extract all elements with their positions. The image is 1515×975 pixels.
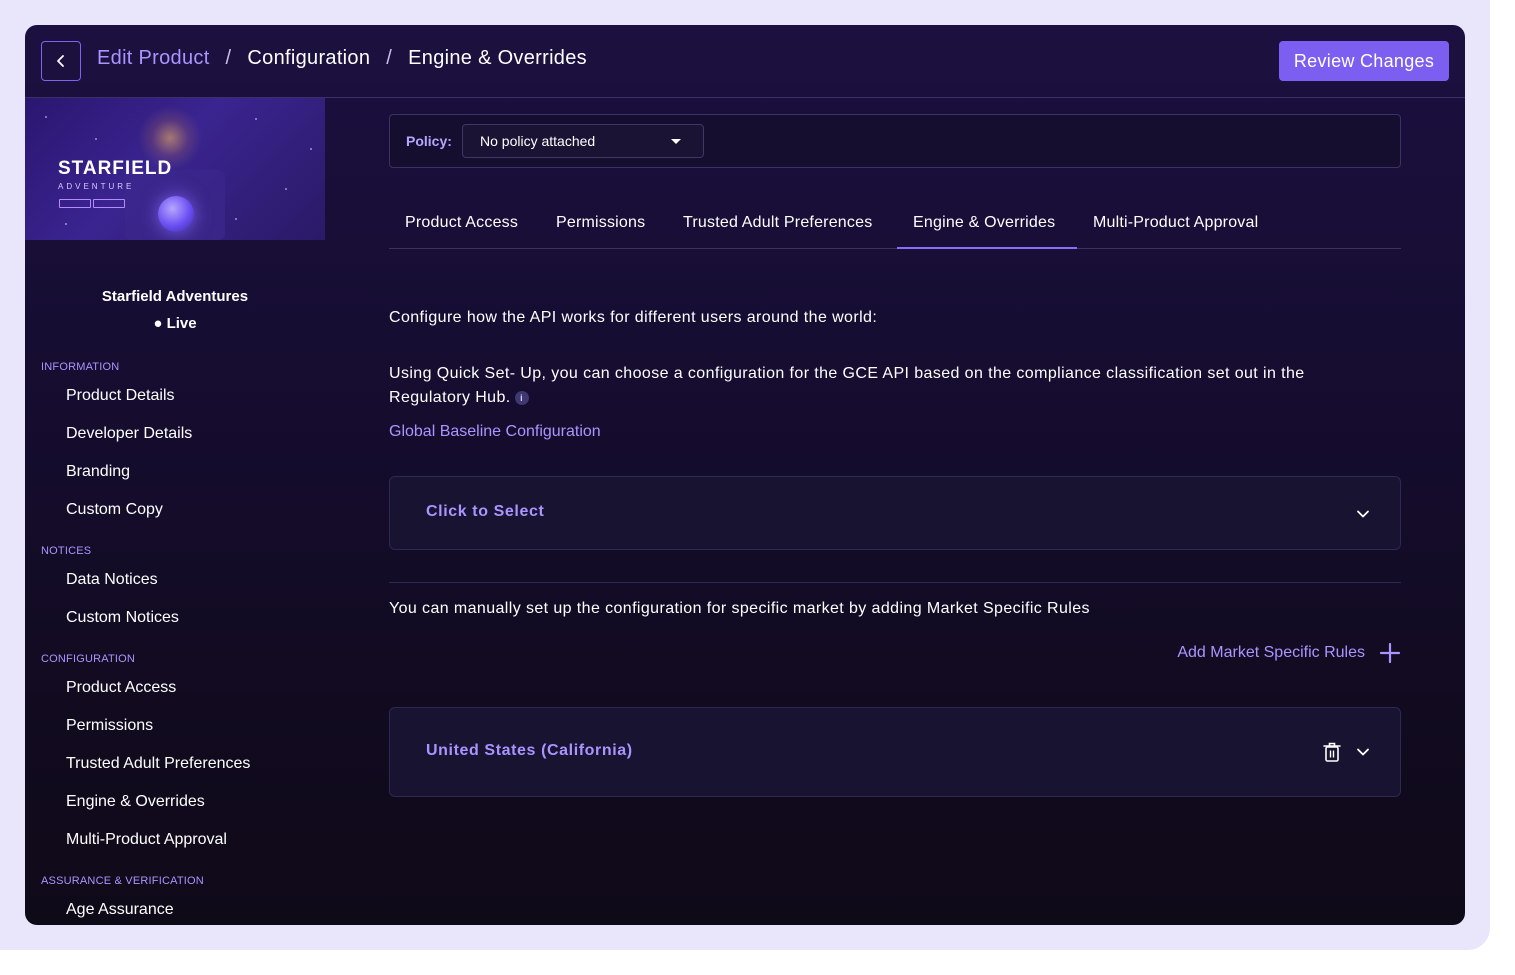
caret-down-icon <box>671 139 681 144</box>
chevron-left-icon <box>57 55 64 67</box>
section-divider <box>389 582 1401 583</box>
nav-section-configuration: CONFIGURATION <box>41 653 136 665</box>
thumbnail-title: STARFIELD <box>58 158 173 179</box>
sidebar-item-data-notices[interactable]: Data Notices <box>66 571 158 589</box>
policy-select-value: No policy attached <box>480 133 596 149</box>
breadcrumb-engine-overrides: Engine & Overrides <box>408 47 587 69</box>
planet-graphic <box>158 196 194 232</box>
review-changes-button[interactable]: Review Changes <box>1279 41 1449 81</box>
product-thumbnail: STARFIELD ADVENTURE <box>25 98 325 240</box>
quick-setup-line-1: Using Quick Set- Up, you can choose a co… <box>389 365 1305 382</box>
breadcrumb: Edit Product / Configuration / Engine & … <box>97 47 587 70</box>
sidebar-item-custom-copy[interactable]: Custom Copy <box>66 501 163 519</box>
main-content: Policy: No policy attached Product Acces… <box>389 98 1401 925</box>
manual-setup-text: You can manually set up the configuratio… <box>389 600 1090 617</box>
global-baseline-select-value: Click to Select <box>426 503 545 520</box>
quick-setup-line-2-text: Regulatory Hub. <box>389 389 511 406</box>
policy-select[interactable]: No policy attached <box>462 124 704 158</box>
back-button[interactable] <box>41 41 81 81</box>
chevron-down-icon <box>1357 510 1369 518</box>
tab-trusted-adult-preferences[interactable]: Trusted Adult Preferences <box>667 205 897 249</box>
nav-section-information: INFORMATION <box>41 361 120 373</box>
add-market-rules-button[interactable]: Add Market Specific Rules <box>1177 642 1401 664</box>
sidebar: STARFIELD ADVENTURE Starfield Adventures… <box>25 98 325 925</box>
sidebar-item-permissions[interactable]: Permissions <box>66 717 153 735</box>
add-market-rules-label: Add Market Specific Rules <box>1177 644 1365 661</box>
sidebar-item-trusted-adult-preferences[interactable]: Trusted Adult Preferences <box>66 755 250 773</box>
sidebar-item-product-access[interactable]: Product Access <box>66 679 176 697</box>
app-window: Edit Product / Configuration / Engine & … <box>25 25 1465 925</box>
thumbnail-button-graphic <box>59 199 91 208</box>
sidebar-item-product-details[interactable]: Product Details <box>66 387 175 405</box>
sidebar-item-multi-product-approval[interactable]: Multi-Product Approval <box>66 831 227 849</box>
nav-section-assurance-verification: ASSURANCE & VERIFICATION <box>41 875 204 887</box>
tab-product-access[interactable]: Product Access <box>389 205 541 249</box>
nav-section-notices: NOTICES <box>41 545 92 557</box>
tab-multi-product-approval[interactable]: Multi-Product Approval <box>1077 205 1287 249</box>
sidebar-item-engine-overrides[interactable]: Engine & Overrides <box>66 793 205 811</box>
product-status: ● Live <box>153 315 197 332</box>
tab-engine-overrides[interactable]: Engine & Overrides <box>897 205 1077 249</box>
breadcrumb-separator: / <box>225 47 232 69</box>
breadcrumb-separator: / <box>386 47 393 69</box>
global-baseline-label: Global Baseline Configuration <box>389 423 601 440</box>
trash-icon[interactable] <box>1322 741 1342 763</box>
market-rule-label: United States (California) <box>426 742 633 759</box>
config-tabs: Product Access Permissions Trusted Adult… <box>389 205 1401 249</box>
quick-setup-line-2: Regulatory Hub. i <box>389 386 1305 410</box>
policy-bar: Policy: No policy attached <box>389 114 1401 168</box>
chevron-down-icon[interactable] <box>1356 745 1370 759</box>
info-icon[interactable]: i <box>514 390 529 405</box>
market-rule-california[interactable]: United States (California) <box>389 707 1401 797</box>
global-baseline-select[interactable]: Click to Select <box>389 476 1401 550</box>
policy-label: Policy: <box>406 133 452 149</box>
sidebar-item-custom-notices[interactable]: Custom Notices <box>66 609 179 627</box>
plus-icon <box>1379 642 1401 664</box>
breadcrumb-edit-product[interactable]: Edit Product <box>97 47 210 70</box>
breadcrumb-configuration[interactable]: Configuration <box>247 47 370 70</box>
quick-setup-text: Using Quick Set- Up, you can choose a co… <box>389 362 1305 410</box>
sidebar-item-age-assurance[interactable]: Age Assurance <box>66 901 174 919</box>
thumbnail-subtitle: ADVENTURE <box>58 182 135 191</box>
sidebar-item-branding[interactable]: Branding <box>66 463 130 481</box>
sidebar-item-developer-details[interactable]: Developer Details <box>66 425 192 443</box>
intro-text: Configure how the API works for differen… <box>389 309 878 326</box>
thumbnail-button-graphic <box>93 199 125 208</box>
product-name: Starfield Adventures <box>101 288 249 305</box>
tab-permissions[interactable]: Permissions <box>541 205 667 249</box>
top-header: Edit Product / Configuration / Engine & … <box>25 25 1465 98</box>
